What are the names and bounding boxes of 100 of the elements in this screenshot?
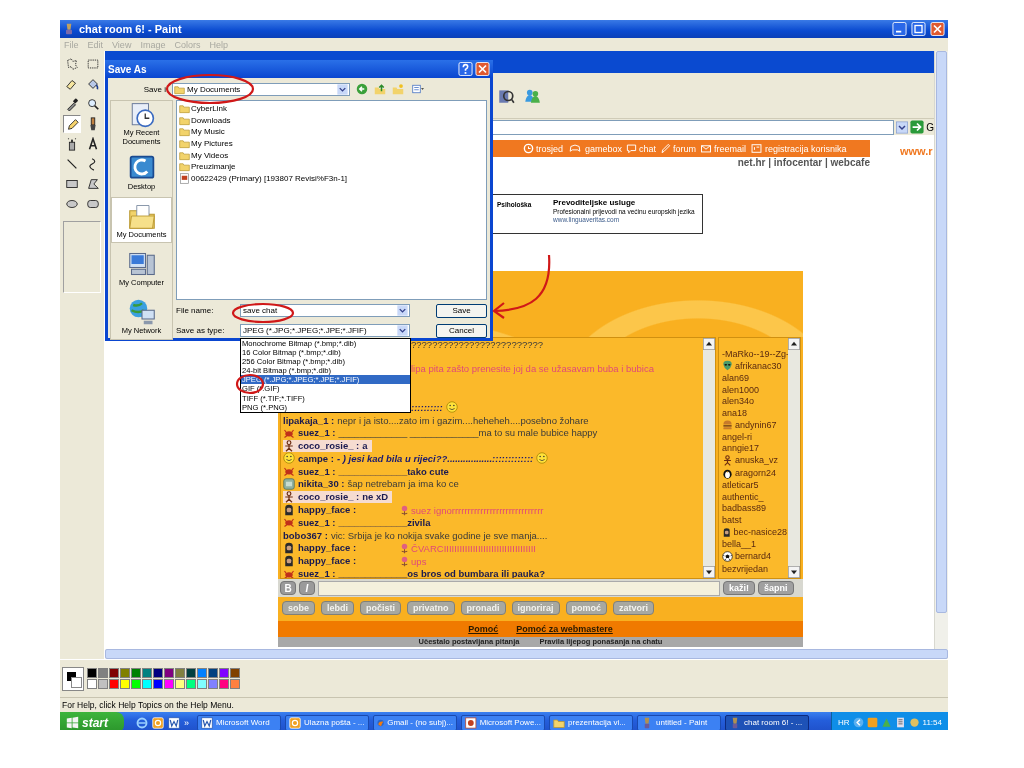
footer-link[interactable]: Pomoć	[468, 624, 499, 634]
color-swatch[interactable]	[219, 679, 229, 689]
user-name[interactable]: angel-ri	[722, 431, 752, 442]
file-name[interactable]: My Music	[191, 127, 225, 137]
vertical-scrollbar[interactable]	[934, 51, 948, 649]
nick-name[interactable]: lipakaja_1 :	[283, 415, 335, 426]
taskbar-button[interactable]: Microsoft Word	[197, 714, 281, 730]
color-swatch[interactable]	[230, 668, 240, 678]
taskbar-button[interactable]: Microsoft Powe...	[461, 714, 545, 730]
user-name[interactable]: atleticar5	[722, 480, 759, 491]
user-name[interactable]: badbass89	[722, 503, 767, 514]
color-swatch[interactable]	[142, 679, 152, 689]
more-button[interactable]: »	[184, 717, 189, 728]
user-name[interactable]: authentic_	[722, 491, 764, 502]
save-in-dropdown[interactable]: My Documents	[172, 82, 350, 96]
user-name[interactable]: ana18	[722, 407, 748, 418]
nick-name[interactable]: happy_face :	[298, 542, 357, 554]
up-folder-icon[interactable]	[374, 83, 386, 95]
color-swatch[interactable]	[98, 668, 108, 678]
user-name[interactable]: batst	[722, 514, 742, 525]
user-name[interactable]: afrikanac30	[735, 360, 782, 371]
nick-name[interactable]: happy_face :	[298, 555, 357, 567]
taskbar-button[interactable]: Ulazna pošta - ...	[285, 714, 369, 730]
color-swatch[interactable]	[87, 668, 97, 678]
color-swatch[interactable]	[131, 679, 141, 689]
nick-name[interactable]: suez_1 :	[298, 568, 336, 578]
color-swatch[interactable]	[98, 679, 108, 689]
go-arrow-icon[interactable]	[910, 120, 925, 134]
nick-name[interactable]: coco_rosie_ :	[298, 440, 360, 452]
browser-icon[interactable]	[136, 716, 148, 729]
color-swatch[interactable]	[230, 679, 240, 689]
file-name[interactable]: Preuzimanje	[191, 162, 236, 172]
nick-name[interactable]: suez_1 :	[298, 465, 336, 477]
user-name[interactable]: andynin67	[735, 419, 777, 430]
color-swatch[interactable]	[164, 668, 174, 678]
close-icon[interactable]	[930, 22, 945, 36]
color-swatch[interactable]	[153, 679, 163, 689]
user-name[interactable]: alen1000	[722, 384, 760, 395]
taskbar-button[interactable]: Gmail - (no subj)...	[373, 714, 457, 730]
minimize-icon[interactable]	[892, 22, 907, 36]
user-name[interactable]: bernard4	[735, 551, 772, 562]
go-label[interactable]: G	[926, 121, 934, 133]
maximize-icon[interactable]	[911, 22, 926, 36]
color-swatch[interactable]	[164, 679, 174, 689]
file-type-dropdown[interactable]: JPEG (*.JPG;*.JPEG;*.JPE;*.JFIF)	[240, 324, 410, 337]
nick-name[interactable]: campe :	[298, 452, 334, 464]
color-swatch[interactable]	[175, 679, 185, 689]
save-button[interactable]: Save	[436, 303, 487, 318]
user-name[interactable]: bella__1	[722, 539, 757, 550]
file-name[interactable]: My Pictures	[191, 139, 233, 149]
tray-app-icon[interactable]	[908, 717, 920, 728]
nick-name[interactable]: happy_face :	[298, 504, 357, 516]
file-name-field[interactable]: save chat	[240, 304, 410, 317]
ad-title[interactable]: Prevoditeljske usluge	[553, 198, 695, 207]
nick-name[interactable]: bobo367 :	[283, 530, 328, 542]
current-colors[interactable]	[62, 666, 84, 691]
portal-links[interactable]: net.hr | infocentar | webcafe	[737, 157, 870, 171]
user-name[interactable]: alan69	[722, 373, 750, 384]
user-name[interactable]: -MaRko--19--Zg-	[722, 348, 788, 359]
color-swatch[interactable]	[197, 679, 207, 689]
folder-icon[interactable]	[179, 149, 190, 161]
folder-icon[interactable]	[179, 114, 190, 126]
nick-name[interactable]: coco_rosie_ :	[298, 491, 360, 503]
color-swatch[interactable]	[197, 668, 207, 678]
color-swatch[interactable]	[186, 679, 196, 689]
color-swatch[interactable]	[142, 668, 152, 678]
color-swatch[interactable]	[131, 668, 141, 678]
folder-icon[interactable]	[179, 138, 190, 150]
horizontal-scrollbar[interactable]	[105, 649, 948, 659]
color-swatch[interactable]	[87, 679, 97, 689]
file-name[interactable]: 00622429 (Primary) [193807 Revisi%F3n-1]	[191, 173, 348, 183]
color-swatch[interactable]	[109, 679, 119, 689]
user-name[interactable]: alen34o	[722, 396, 755, 407]
color-swatch[interactable]	[208, 668, 218, 678]
user-name[interactable]: aragorn24	[735, 468, 777, 479]
cancel-button[interactable]: Cancel	[436, 323, 487, 338]
color-swatch[interactable]	[120, 668, 130, 678]
file-name[interactable]: CyberLink	[191, 104, 227, 114]
taskbar-button[interactable]: untitled - Paint	[637, 714, 721, 730]
message-input[interactable]	[318, 580, 720, 596]
close-icon[interactable]	[475, 62, 490, 76]
help-icon[interactable]	[458, 62, 473, 76]
back-icon[interactable]	[356, 83, 368, 95]
color-swatch[interactable]	[153, 668, 163, 678]
file-name[interactable]: My Videos	[191, 150, 229, 160]
taskbar-button[interactable]: chat room 6! - ...	[725, 714, 809, 730]
user-name[interactable]: bec-nasice28	[733, 527, 787, 538]
color-swatch[interactable]	[175, 668, 185, 678]
color-swatch[interactable]	[120, 679, 130, 689]
color-swatch[interactable]	[186, 668, 196, 678]
color-swatch[interactable]	[208, 679, 218, 689]
nick-name[interactable]: suez_1 :	[298, 516, 336, 528]
file-name[interactable]: Downloads	[191, 115, 231, 125]
folder-icon[interactable]	[179, 103, 190, 115]
tray-app-icon[interactable]	[894, 717, 906, 728]
views-menu-icon[interactable]	[410, 83, 426, 95]
folder-icon[interactable]	[179, 126, 190, 138]
document-icon[interactable]	[179, 172, 190, 184]
user-name[interactable]: anngie17	[722, 443, 760, 454]
nick-name[interactable]: suez_1 :	[298, 427, 336, 439]
